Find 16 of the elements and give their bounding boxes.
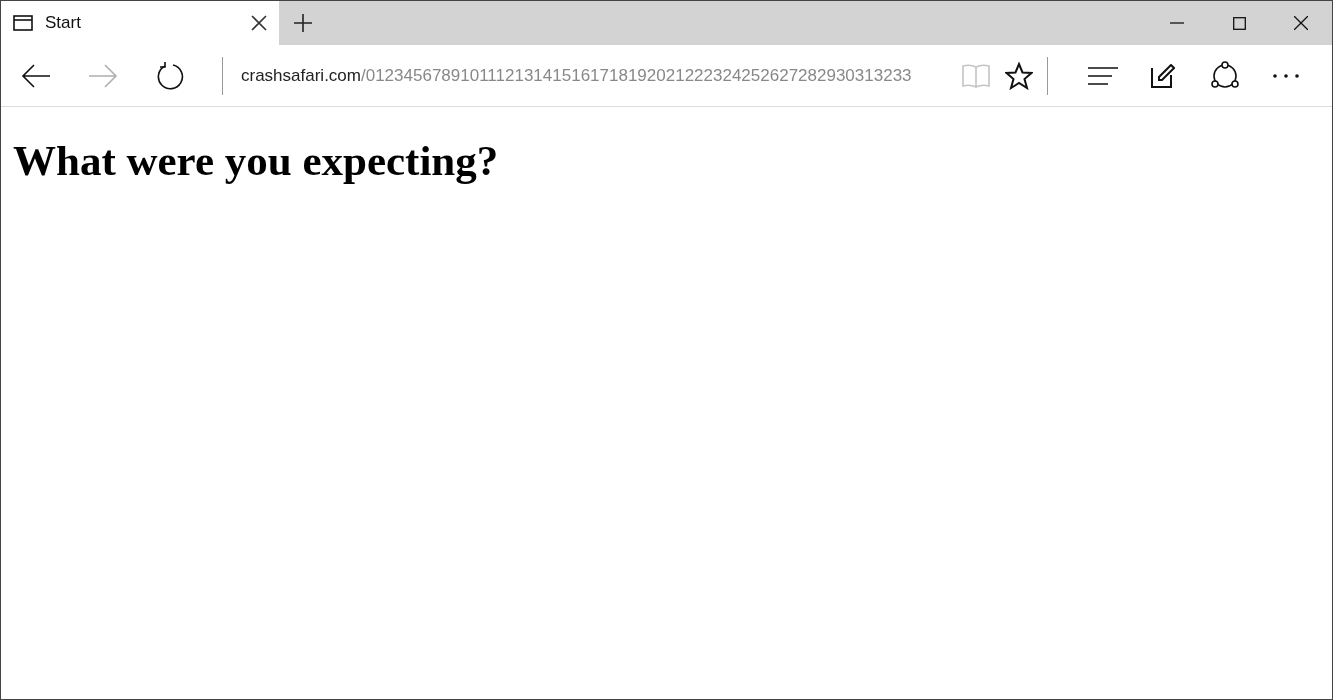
star-icon[interactable]: [1005, 61, 1033, 90]
address-bar[interactable]: crashsafari.com/0123456789101112131415161718192021222324252627282930313233: [241, 62, 947, 89]
maximize-icon[interactable]: [1232, 16, 1246, 30]
tab-page-icon: [13, 15, 33, 31]
close-icon[interactable]: [1294, 16, 1308, 30]
close-tab-icon[interactable]: [251, 15, 267, 31]
tab-title: Start: [45, 12, 81, 35]
new-tab-icon[interactable]: [294, 14, 312, 32]
refresh-icon[interactable]: [156, 61, 184, 90]
back-arrow-icon[interactable]: [21, 63, 51, 88]
menu-lines-icon[interactable]: [1088, 65, 1118, 86]
browser-tab[interactable]: Start: [1, 1, 279, 45]
edit-note-icon[interactable]: [1151, 63, 1175, 88]
page-heading: What were you expecting?: [13, 139, 500, 182]
share-icon[interactable]: [1210, 60, 1240, 91]
more-icon[interactable]: [1273, 73, 1299, 78]
